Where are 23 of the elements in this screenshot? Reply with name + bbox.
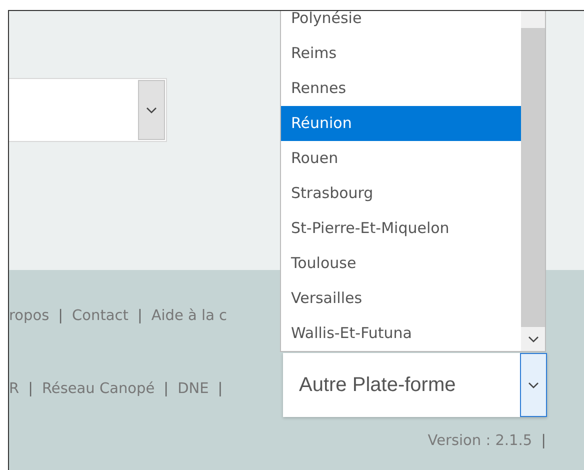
separator: | xyxy=(218,381,223,397)
dropdown-option[interactable]: St-Pierre-Et-Miquelon xyxy=(281,211,521,246)
separator: | xyxy=(58,308,64,324)
chevron-down-icon xyxy=(528,382,539,388)
select-field[interactable] xyxy=(9,78,167,142)
dropdown-option[interactable]: Rouen xyxy=(281,141,521,176)
platform-select[interactable]: Autre Plate-forme xyxy=(283,353,547,417)
scrollbar[interactable] xyxy=(521,11,545,351)
dropdown-option[interactable]: Wallis-Et-Futuna xyxy=(281,316,521,351)
dropdown-option[interactable]: Réunion xyxy=(281,106,521,141)
chevron-down-icon xyxy=(146,106,157,114)
separator: | xyxy=(541,433,546,449)
dropdown-option[interactable]: Toulouse xyxy=(281,246,521,281)
dropdown-option[interactable]: Rennes xyxy=(281,71,521,106)
chevron-down-icon xyxy=(528,336,538,342)
dropdown-option[interactable]: Versailles xyxy=(281,281,521,316)
separator: | xyxy=(164,381,169,397)
dropdown-option[interactable]: Reims xyxy=(281,36,521,71)
version-text: Version : 2.1.5 xyxy=(428,433,532,449)
separator: | xyxy=(28,381,33,397)
dropdown-option[interactable]: Polynésie xyxy=(281,11,521,36)
separator: | xyxy=(137,308,142,324)
dropdown-option[interactable]: Strasbourg xyxy=(281,176,521,211)
